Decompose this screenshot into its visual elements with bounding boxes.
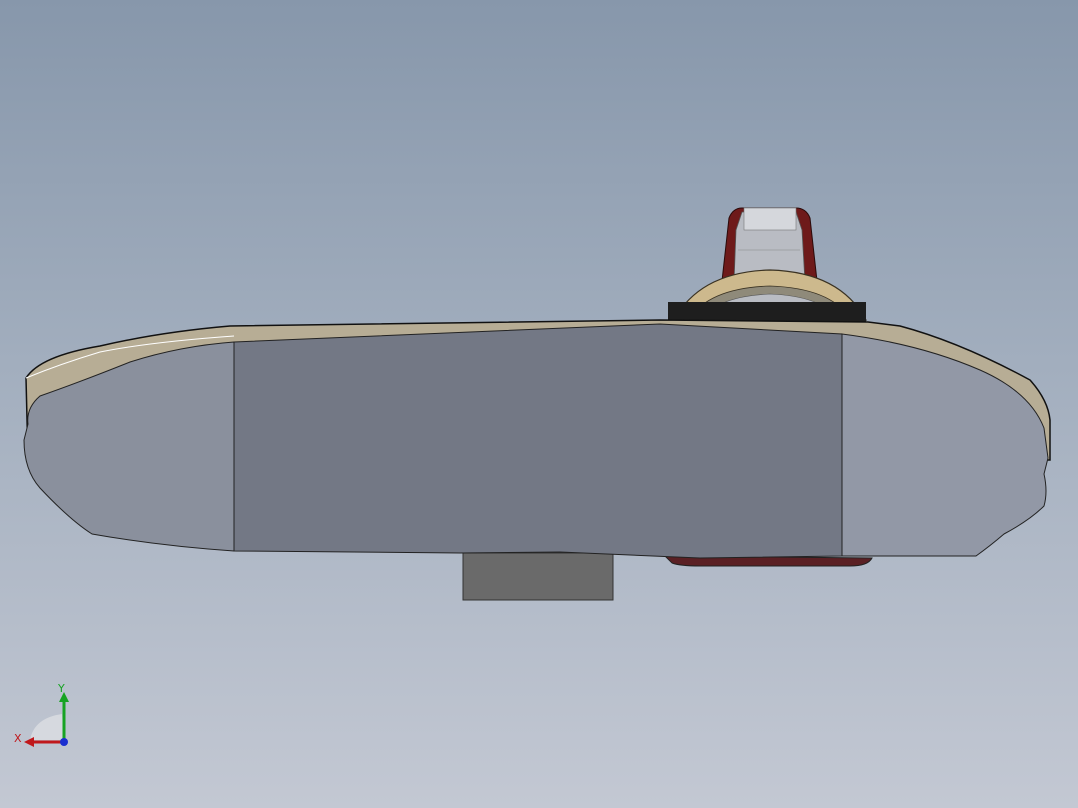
collar[interactable] [668,269,868,324]
knob-cap [743,207,797,231]
triad-shade [30,714,64,740]
right-end[interactable] [841,333,1049,557]
triad-y-label: Y [58,682,65,695]
triad-x-label: X [14,732,22,745]
graphics-viewport[interactable]: Y X [0,0,1078,808]
bottom-block[interactable] [462,552,614,601]
axis-triad: Y X [10,682,80,754]
main-body[interactable] [233,323,843,559]
cad-model[interactable] [0,0,1078,808]
